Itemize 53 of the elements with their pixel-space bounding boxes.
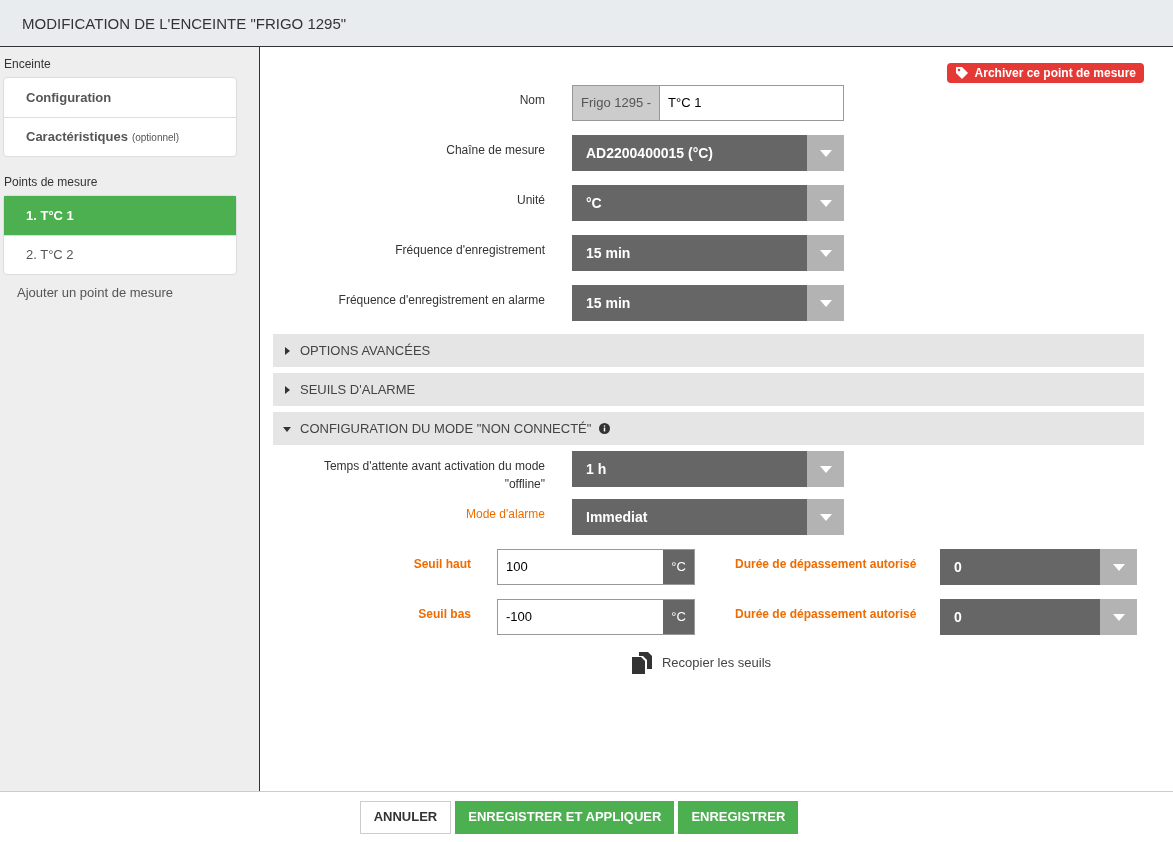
- field-label: Fréquence d'enregistrement en alarme: [337, 292, 545, 309]
- threshold-input[interactable]: 100: [498, 550, 663, 584]
- sidebar-heading: Points de mesure: [3, 174, 99, 191]
- threshold-label: Seuil bas: [417, 606, 471, 623]
- caret-down-icon: [1112, 563, 1125, 571]
- name-input[interactable]: T°C 1: [660, 86, 843, 120]
- threshold-label: Seuil haut: [412, 556, 471, 573]
- caret-down-icon: [819, 299, 832, 307]
- add-point-link[interactable]: Ajouter un point de mesure: [0, 283, 259, 303]
- caret-down-icon: [1112, 613, 1125, 621]
- caret-down-icon: [819, 249, 832, 257]
- unit-label: °C: [663, 550, 694, 584]
- caret-right-icon: [282, 384, 292, 395]
- threshold-input[interactable]: -100: [498, 600, 663, 634]
- sidebar-heading: Enceinte: [3, 56, 52, 73]
- copy-thresholds-link[interactable]: Recopier les seuils: [629, 651, 772, 675]
- unit-label: °C: [663, 600, 694, 634]
- field-label: Mode d'alarme: [465, 506, 545, 523]
- info-icon: [599, 423, 611, 434]
- sidebar-item[interactable]: Caractéristiques (optionnel): [4, 117, 236, 156]
- caret-down-icon: [819, 513, 832, 521]
- field-label: Nom: [518, 92, 545, 109]
- dropdown-value: 0: [940, 599, 1100, 635]
- section-title: OPTIONS AVANCÉES: [300, 341, 431, 360]
- tag-icon: [954, 66, 969, 80]
- name-prefix: Frigo 1295 -: [573, 86, 661, 120]
- section-header[interactable]: SEUILS D'ALARME: [273, 373, 1144, 406]
- field-label: Fréquence d'enregistrement: [394, 242, 545, 259]
- dropdown-value: 0: [940, 549, 1100, 585]
- field-label: Temps d'attente avant activation du mode "offline": [322, 458, 545, 493]
- caret-down-icon: [819, 149, 832, 157]
- dropdown[interactable]: 0: [940, 549, 1137, 585]
- dropdown[interactable]: 0: [940, 599, 1137, 635]
- caret-right-icon: [282, 345, 292, 356]
- duration-label: Durée de dépassement autorisé: [735, 606, 918, 623]
- name-field[interactable]: Frigo 1295 - T°C 1: [572, 85, 844, 121]
- footer-button[interactable]: ANNULER: [359, 800, 452, 834]
- duration-label: Durée de dépassement autorisé: [735, 556, 918, 573]
- threshold-field[interactable]: -100 °C: [497, 599, 695, 635]
- section-header[interactable]: CONFIGURATION DU MODE "NON CONNECTÉ": [273, 412, 1144, 445]
- section-title: CONFIGURATION DU MODE "NON CONNECTÉ": [300, 419, 592, 438]
- sidebar-item[interactable]: 2. T°C 2: [4, 235, 236, 274]
- field-label: Chaîne de mesure: [445, 142, 545, 159]
- sidebar-item[interactable]: Configuration: [4, 78, 236, 117]
- threshold-field[interactable]: 100 °C: [497, 549, 695, 585]
- dialog-title: MODIFICATION DE L'ENCEINTE "FRIGO 1295": [22, 14, 347, 34]
- section-title: SEUILS D'ALARME: [300, 380, 416, 399]
- copy-icon: [629, 651, 654, 675]
- archive-button[interactable]: Archiver ce point de mesure: [946, 63, 1144, 83]
- caret-down-icon: [819, 465, 832, 473]
- section-header[interactable]: OPTIONS AVANCÉES: [273, 334, 1144, 367]
- caret-down-icon: [819, 199, 832, 207]
- field-label: Unité: [516, 192, 545, 209]
